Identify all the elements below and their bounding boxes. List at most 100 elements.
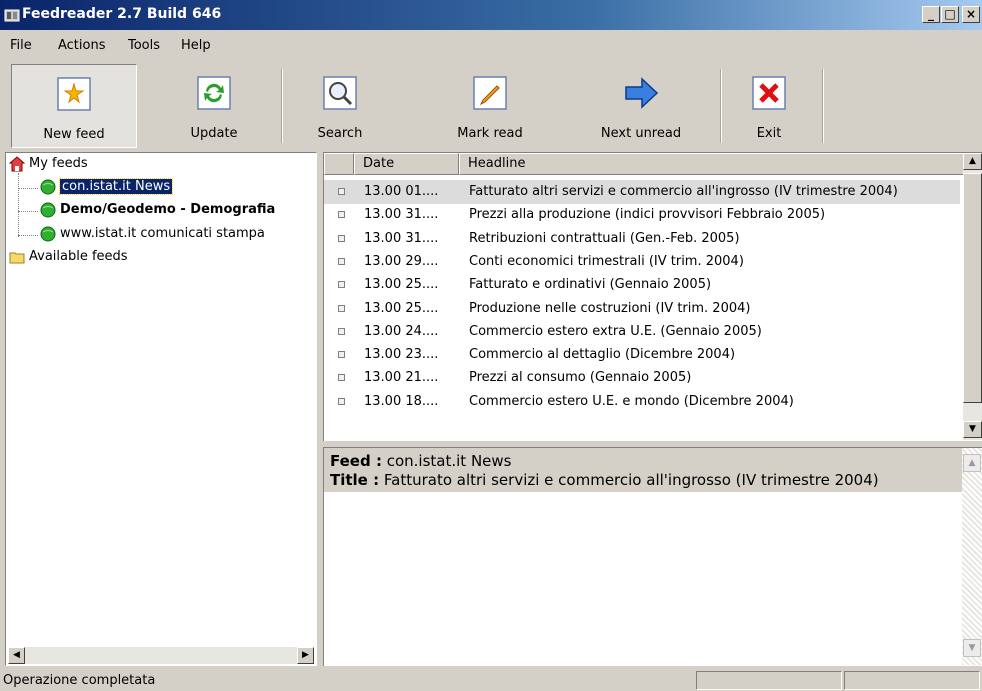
minimize-button[interactable]: _ xyxy=(922,6,940,23)
tree-label-my-feeds: My feeds xyxy=(29,156,88,171)
toolbar-separator xyxy=(822,69,824,143)
exit-label: Exit xyxy=(756,126,782,141)
status-panel xyxy=(696,671,842,690)
column-header-headline[interactable]: Headline xyxy=(459,153,964,175)
list-item[interactable]: 13.00 21.... Prezzi al consumo (Gennaio 2… xyxy=(324,366,960,390)
details-pane[interactable]: Feed : con.istat.it News Title : Fattura… xyxy=(323,447,982,666)
home-icon xyxy=(8,156,26,172)
item-date: 13.00 18.... xyxy=(364,393,439,409)
details-title-value: Fatturato altri servizi e commercio all'… xyxy=(383,471,879,489)
list-item[interactable]: 13.00 25.... Fatturato e ordinativi (Genn… xyxy=(324,273,960,297)
globe-icon xyxy=(40,179,56,195)
new-feed-icon xyxy=(55,75,93,113)
mark-read-button[interactable]: Mark read xyxy=(430,64,550,148)
list-item[interactable]: 13.00 25.... Produzione nelle costruzioni… xyxy=(324,297,960,321)
list-item[interactable]: 13.00 18.... Commercio estero U.E. e mond… xyxy=(324,390,960,414)
close-button[interactable]: × xyxy=(962,6,980,23)
new-feed-button[interactable]: New feed xyxy=(11,64,137,148)
update-icon xyxy=(195,74,233,112)
tree-connector xyxy=(18,188,38,189)
unread-marker-icon xyxy=(338,351,345,359)
arrow-right-icon xyxy=(622,74,660,112)
status-text: Operazione completata xyxy=(3,673,156,688)
details-feed-label: Feed : xyxy=(330,452,382,470)
tree-feed-label: Demo/Geodemo - Demografia xyxy=(60,202,276,217)
next-unread-button[interactable]: Next unread xyxy=(572,64,710,148)
exit-button[interactable]: Exit xyxy=(724,64,814,148)
headlines-list[interactable]: Date Headline 13.00 01.... Fatturato altr… xyxy=(323,152,982,441)
status-panel xyxy=(844,671,980,690)
update-button[interactable]: Update xyxy=(150,64,278,148)
list-item[interactable]: 13.00 01.... Fatturato altri servizi e co… xyxy=(324,180,960,204)
toolbar: New feed Update Search Mark read Next un… xyxy=(0,61,982,151)
item-headline: Prezzi al consumo (Gennaio 2005) xyxy=(469,370,692,386)
list-item[interactable]: 13.00 31.... Retribuzioni contrattuali (G… xyxy=(324,227,960,251)
unread-marker-icon xyxy=(338,374,345,382)
item-date: 13.00 31.... xyxy=(364,207,439,223)
next-unread-label: Next unread xyxy=(600,126,682,141)
feed-tree[interactable]: My feeds con.istat.it News Demo/Geodemo … xyxy=(5,152,317,666)
globe-icon xyxy=(40,202,56,218)
exit-icon xyxy=(750,74,788,112)
tree-horizontal-scrollbar[interactable]: ◀ ▶ xyxy=(8,647,314,664)
unread-marker-icon xyxy=(338,327,345,335)
item-date: 13.00 01.... xyxy=(364,184,439,199)
menu-help[interactable]: Help xyxy=(181,38,211,53)
maximize-button[interactable]: □ xyxy=(941,6,959,23)
item-headline: Produzione nelle costruzioni (IV trim. 2… xyxy=(469,300,751,316)
update-label: Update xyxy=(190,126,238,141)
item-date: 13.00 24.... xyxy=(364,323,439,339)
folder-icon xyxy=(9,249,25,265)
menu-tools[interactable]: Tools xyxy=(128,38,160,53)
details-vertical-scrollbar[interactable]: ▲ ▼ xyxy=(962,448,982,665)
status-bar: Operazione completata xyxy=(0,670,982,691)
item-headline: Commercio estero extra U.E. (Gennaio 200… xyxy=(469,323,762,339)
item-headline: Commercio al dettaglio (Dicembre 2004) xyxy=(469,347,736,363)
item-headline: Prezzi alla produzione (indici provvisor… xyxy=(469,207,826,223)
scroll-up-icon[interactable]: ▲ xyxy=(963,153,982,170)
scroll-left-icon[interactable]: ◀ xyxy=(8,647,25,664)
app-icon xyxy=(4,7,20,23)
toolbar-separator xyxy=(720,69,722,143)
list-header: Date Headline xyxy=(324,153,964,175)
item-date: 13.00 25.... xyxy=(364,277,439,293)
item-date: 13.00 29.... xyxy=(364,253,439,269)
item-headline: Fatturato e ordinativi (Gennaio 2005) xyxy=(469,277,712,293)
item-date: 13.00 23.... xyxy=(364,347,439,363)
search-button[interactable]: Search xyxy=(292,64,388,148)
list-item[interactable]: 13.00 24.... Commercio estero extra U.E. … xyxy=(324,320,960,344)
column-header-marker[interactable] xyxy=(324,153,354,175)
unread-marker-icon xyxy=(338,211,345,219)
list-item[interactable]: 13.00 29.... Conti economici trimestrali … xyxy=(324,250,960,274)
tree-label-available-feeds: Available feeds xyxy=(29,249,128,264)
tree-connector xyxy=(18,211,38,212)
unread-marker-icon xyxy=(338,397,345,405)
list-item[interactable]: 13.00 23.... Commercio al dettaglio (Dice… xyxy=(324,343,960,367)
tree-feed-label: con.istat.it News xyxy=(58,178,174,195)
unread-marker-icon xyxy=(338,304,345,312)
search-icon xyxy=(321,74,359,112)
item-headline: Commercio estero U.E. e mondo (Dicembre … xyxy=(469,393,794,409)
scrollbar-thumb[interactable] xyxy=(963,173,982,403)
pencil-icon xyxy=(471,74,509,112)
scroll-down-icon[interactable]: ▼ xyxy=(963,421,982,438)
details-feed-value: con.istat.it News xyxy=(386,452,512,470)
list-item[interactable]: 13.00 31.... Prezzi alla produzione (indi… xyxy=(324,203,960,227)
menu-actions[interactable]: Actions xyxy=(58,38,106,53)
item-headline: Fatturato altri servizi e commercio all'… xyxy=(469,184,898,199)
search-label: Search xyxy=(317,126,363,141)
item-headline: Retribuzioni contrattuali (Gen.-Feb. 200… xyxy=(469,230,740,246)
menu-file[interactable]: File xyxy=(10,38,32,53)
scroll-down-icon[interactable]: ▼ xyxy=(963,639,981,657)
menu-bar: File Actions Tools Help xyxy=(0,38,982,58)
window-title: Feedreader 2.7 Build 646 xyxy=(22,6,222,22)
item-headline: Conti economici trimestrali (IV trim. 20… xyxy=(469,253,744,269)
list-vertical-scrollbar[interactable]: ▲ ▼ xyxy=(963,153,982,440)
title-bar[interactable]: Feedreader 2.7 Build 646 _ □ × xyxy=(0,0,982,30)
column-header-date[interactable]: Date xyxy=(354,153,459,175)
details-title-label: Title : xyxy=(330,471,380,489)
item-date: 13.00 21.... xyxy=(364,370,439,386)
scroll-right-icon[interactable]: ▶ xyxy=(297,647,314,664)
unread-marker-icon xyxy=(338,188,345,195)
scroll-up-icon[interactable]: ▲ xyxy=(963,454,981,472)
